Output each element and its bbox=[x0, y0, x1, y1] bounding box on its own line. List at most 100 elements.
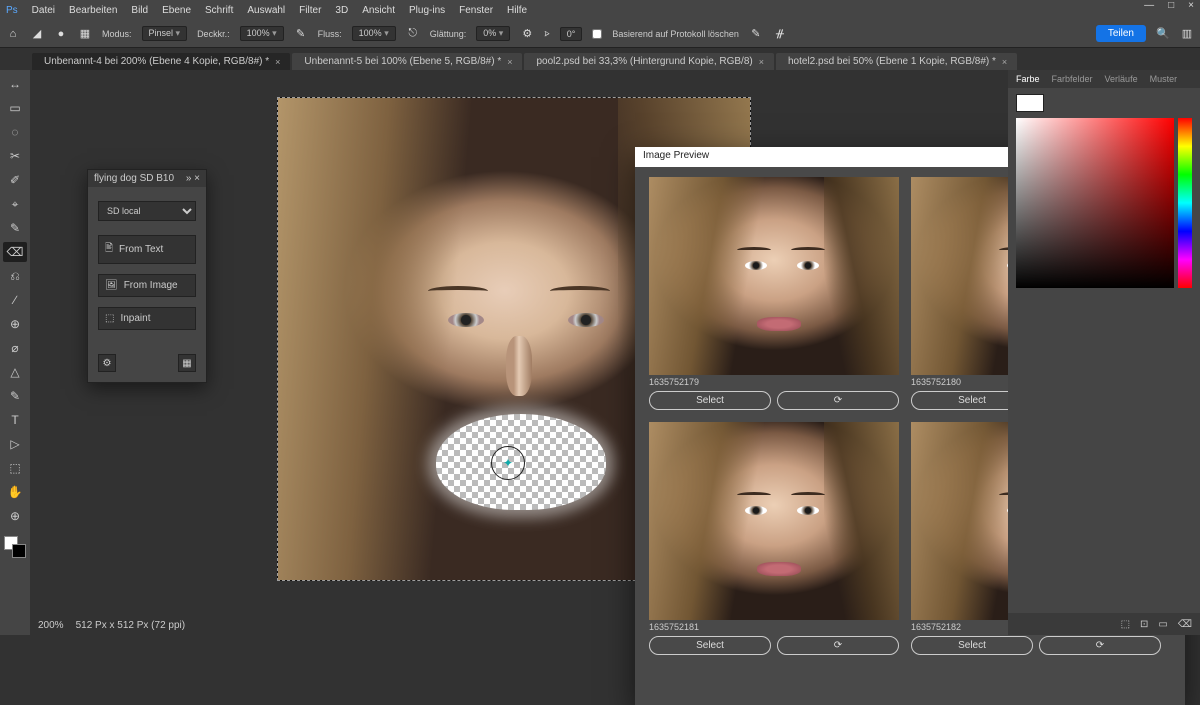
toolbox: ↔ ▭ ◌ ✂ ✐ ⌖ ✎ ⌫ ⎌ ∕ ⊕ ⌀ △ ✎ T ▷ ⬚ ✋ ⊕ bbox=[0, 70, 30, 635]
menu-item[interactable]: Bearbeiten bbox=[69, 5, 117, 16]
layer-style-icon[interactable]: ⊡ bbox=[1140, 619, 1148, 630]
document-tab[interactable]: Unbenannt-5 bei 100% (Ebene 5, RGB/8#) *… bbox=[292, 53, 522, 70]
layer-mask-icon[interactable]: ▭ bbox=[1158, 619, 1167, 630]
select-button[interactable]: Select bbox=[649, 391, 771, 410]
gradient-tool-icon[interactable]: ⌀ bbox=[3, 338, 27, 358]
type-tool-icon[interactable]: T bbox=[3, 410, 27, 430]
document-tab[interactable]: hotel2.psd bei 50% (Ebene 1 Kopie, RGB/8… bbox=[776, 53, 1017, 70]
archive-checkbox[interactable] bbox=[592, 29, 602, 39]
zoom-tool-icon[interactable]: ⊕ bbox=[3, 506, 27, 526]
tablet-pressure-icon[interactable]: ✎ bbox=[749, 27, 763, 41]
eraser-tool-icon[interactable]: ⊕ bbox=[3, 314, 27, 334]
move-tool-icon[interactable]: ↔ bbox=[3, 74, 27, 94]
angle-input[interactable]: 0° bbox=[560, 27, 583, 41]
text-icon: 🖹 bbox=[105, 241, 113, 258]
brush-tool-icon[interactable]: ⌫ bbox=[3, 242, 27, 262]
stamp-tool-icon[interactable]: ⎌ bbox=[3, 266, 27, 286]
smoothing-input[interactable]: 0% bbox=[476, 26, 510, 41]
close-tab-icon[interactable]: × bbox=[759, 57, 764, 67]
preview-thumbnail[interactable] bbox=[649, 422, 899, 620]
lasso-tool-icon[interactable]: ◌ bbox=[3, 122, 27, 142]
window-maximize-icon[interactable]: □ bbox=[1168, 0, 1174, 11]
pen-tool-icon[interactable]: ✎ bbox=[3, 386, 27, 406]
menu-item[interactable]: Ebene bbox=[162, 5, 191, 16]
home-icon[interactable]: ⌂ bbox=[6, 27, 20, 41]
panel-tab-color[interactable]: Farbe bbox=[1016, 74, 1040, 84]
document-tab[interactable]: pool2.psd bei 33,3% (Hintergrund Kopie, … bbox=[524, 53, 774, 70]
shape-tool-icon[interactable]: ⬚ bbox=[3, 458, 27, 478]
mode-label: Modus: bbox=[102, 29, 132, 39]
history-brush-tool-icon[interactable]: ∕ bbox=[3, 290, 27, 310]
sd-backend-select[interactable]: SD local bbox=[98, 201, 196, 221]
plugin-grid-icon[interactable]: ▦ bbox=[178, 354, 196, 372]
plugin-panel[interactable]: flying dog SD B10» × SD local 🖹From Text… bbox=[87, 169, 207, 383]
panel-close-icon[interactable]: » × bbox=[186, 173, 200, 184]
close-tab-icon[interactable]: × bbox=[275, 57, 280, 67]
document-dimensions: 512 Px x 512 Px (72 ppi) bbox=[76, 620, 186, 631]
close-tab-icon[interactable]: × bbox=[507, 57, 512, 67]
document-tab[interactable]: Unbenannt-4 bei 200% (Ebene 4 Kopie, RGB… bbox=[32, 53, 290, 70]
menu-item[interactable]: Bild bbox=[131, 5, 148, 16]
archive-label: Basierend auf Protokoll löschen bbox=[612, 29, 739, 39]
menu-item[interactable]: 3D bbox=[335, 5, 348, 16]
hand-tool-icon[interactable]: ✋ bbox=[3, 482, 27, 502]
menu-item[interactable]: Fenster bbox=[459, 5, 493, 16]
dialog-title: Image Preview bbox=[643, 150, 709, 164]
mode-select[interactable]: Pinsel bbox=[142, 26, 188, 41]
plugin-settings-icon[interactable]: ⚙ bbox=[98, 354, 116, 372]
flow-input[interactable]: 100% bbox=[352, 26, 396, 41]
symmetry-icon[interactable]: ᚌ bbox=[773, 27, 787, 41]
marquee-tool-icon[interactable]: ▭ bbox=[3, 98, 27, 118]
color-picker[interactable] bbox=[1016, 118, 1192, 288]
eraser-tool-icon[interactable]: ◢ bbox=[30, 27, 44, 41]
select-button[interactable]: Select bbox=[649, 636, 771, 655]
airbrush-icon[interactable]: ⎋ bbox=[406, 27, 420, 41]
delete-layer-icon[interactable]: ⌫ bbox=[1178, 619, 1192, 630]
path-tool-icon[interactable]: ▷ bbox=[3, 434, 27, 454]
from-text-button[interactable]: 🖹From Text bbox=[98, 235, 196, 264]
smoothing-gear-icon[interactable]: ⚙ bbox=[520, 27, 534, 41]
from-image-button[interactable]: 🖼From Image bbox=[98, 274, 196, 297]
layer-panel-footer: ⬚ ⊡ ▭ ⌫ bbox=[1008, 613, 1200, 635]
regen-button[interactable]: ⟳ bbox=[777, 636, 899, 655]
window-minimize-icon[interactable]: — bbox=[1144, 0, 1154, 11]
brush-panel-icon[interactable]: ▦ bbox=[78, 27, 92, 41]
workspace-icon[interactable]: ▥ bbox=[1180, 27, 1194, 41]
menu-item[interactable]: Ansicht bbox=[362, 5, 395, 16]
dodge-tool-icon[interactable]: △ bbox=[3, 362, 27, 382]
link-layers-icon[interactable]: ⬚ bbox=[1121, 619, 1130, 630]
panel-color-swatch[interactable] bbox=[1016, 94, 1044, 112]
angle-label: ⦠ bbox=[544, 28, 549, 39]
options-bar: ⌂ ◢ ● ▦ Modus: Pinsel Deckkr.: 100% ✎ Fl… bbox=[0, 20, 1200, 48]
menu-item[interactable]: Schrift bbox=[205, 5, 233, 16]
frame-tool-icon[interactable]: ✐ bbox=[3, 170, 27, 190]
regen-button[interactable]: ⟳ bbox=[777, 391, 899, 410]
eyedropper-tool-icon[interactable]: ⌖ bbox=[3, 194, 27, 214]
zoom-level[interactable]: 200% bbox=[38, 620, 64, 631]
color-swatch[interactable] bbox=[4, 536, 26, 558]
crop-tool-icon[interactable]: ✂ bbox=[3, 146, 27, 166]
menu-item[interactable]: Auswahl bbox=[247, 5, 285, 16]
close-tab-icon[interactable]: × bbox=[1002, 57, 1007, 67]
panel-tab-gradients[interactable]: Verläufe bbox=[1105, 74, 1138, 84]
opacity-input[interactable]: 100% bbox=[240, 26, 284, 41]
panel-tab-swatches[interactable]: Farbfelder bbox=[1052, 74, 1093, 84]
menu-item[interactable]: Hilfe bbox=[507, 5, 527, 16]
menu-item[interactable]: Filter bbox=[299, 5, 321, 16]
select-button[interactable]: Select bbox=[911, 636, 1033, 655]
share-button[interactable]: Teilen bbox=[1096, 25, 1146, 42]
document-tabs: Unbenannt-4 bei 200% (Ebene 4 Kopie, RGB… bbox=[0, 48, 1200, 70]
window-close-icon[interactable]: × bbox=[1188, 0, 1194, 11]
inpaint-button[interactable]: ⬚Inpaint bbox=[98, 307, 196, 330]
brush-preset-icon[interactable]: ● bbox=[54, 27, 68, 41]
regen-button[interactable]: ⟳ bbox=[1039, 636, 1161, 655]
panel-tab-patterns[interactable]: Muster bbox=[1150, 74, 1178, 84]
search-icon[interactable]: 🔍 bbox=[1156, 27, 1170, 41]
preview-thumbnail[interactable] bbox=[649, 177, 899, 375]
flow-label: Fluss: bbox=[318, 29, 342, 39]
menu-item[interactable]: Datei bbox=[32, 5, 55, 16]
menu-bar: Ps Datei Bearbeiten Bild Ebene Schrift A… bbox=[0, 0, 1200, 20]
pressure-opacity-icon[interactable]: ✎ bbox=[294, 27, 308, 41]
menu-item[interactable]: Plug-ins bbox=[409, 5, 445, 16]
healing-tool-icon[interactable]: ✎ bbox=[3, 218, 27, 238]
